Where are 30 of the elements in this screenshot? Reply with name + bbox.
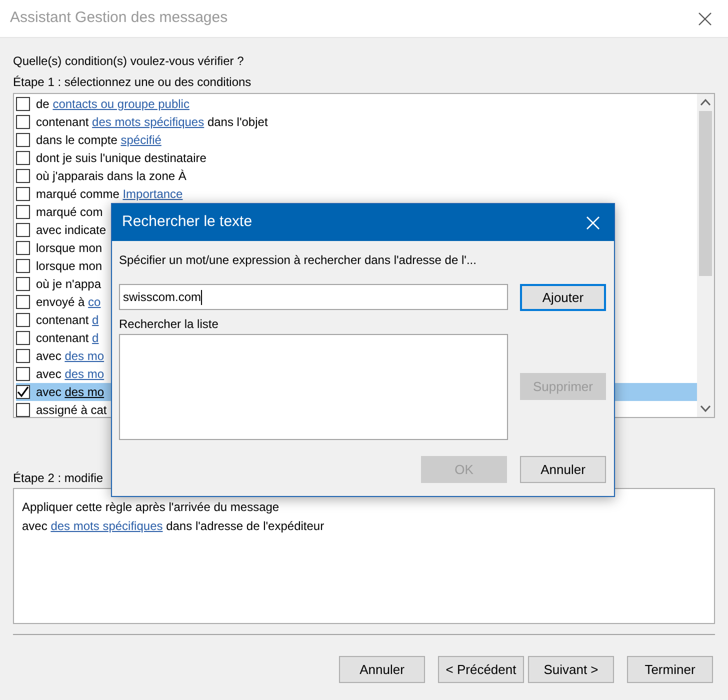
field-value: swisscom.com [123,289,202,306]
list-label: Rechercher la liste [119,316,218,333]
condition-text: marqué com [36,204,103,221]
condition-text: de [36,96,50,113]
step-label: Étape 2 : modifie [13,470,104,487]
step-label: Étape 1 : sélectionnez une ou des conditions [13,74,252,91]
condition-text: envoyé à [36,294,86,311]
condition-text: où je n'appa [36,276,102,293]
condition-text: contenant [36,114,90,131]
question-text: Quelle(s) condition(s) voulez-vous vérifier ? [13,53,245,70]
condition-text: avec [36,384,62,401]
condition-text: avec [36,366,62,383]
window-title: Assistant Gestion des messages [10,8,228,28]
dialog-prompt: Spécifier un mot/une expression à rechercher dans l'adresse de l'... [119,252,478,269]
condition-text: avec [36,348,62,365]
condition-text: lorsque mon [36,240,102,257]
condition-text: assigné à cat [36,402,107,419]
condition-text: dont je suis l'unique destinataire [36,150,206,167]
dialog-title: Rechercher le texte [122,212,252,232]
description-text: avec [22,518,48,535]
condition-text: lorsque mon [36,258,102,275]
condition-text: où j'apparais dans la zone À [36,168,186,185]
description-text: Appliquer cette règle après l'arrivée du message [22,499,280,516]
condition-text: marqué comme [36,186,120,203]
condition-text: avec indicate [36,222,106,239]
condition-text: dans le compte [36,132,118,149]
condition-text: dans l'objet [206,114,268,131]
condition-text: contenant [36,330,90,347]
description-text: dans l'adresse de l'expéditeur [165,518,324,535]
condition-text: contenant [36,312,90,329]
